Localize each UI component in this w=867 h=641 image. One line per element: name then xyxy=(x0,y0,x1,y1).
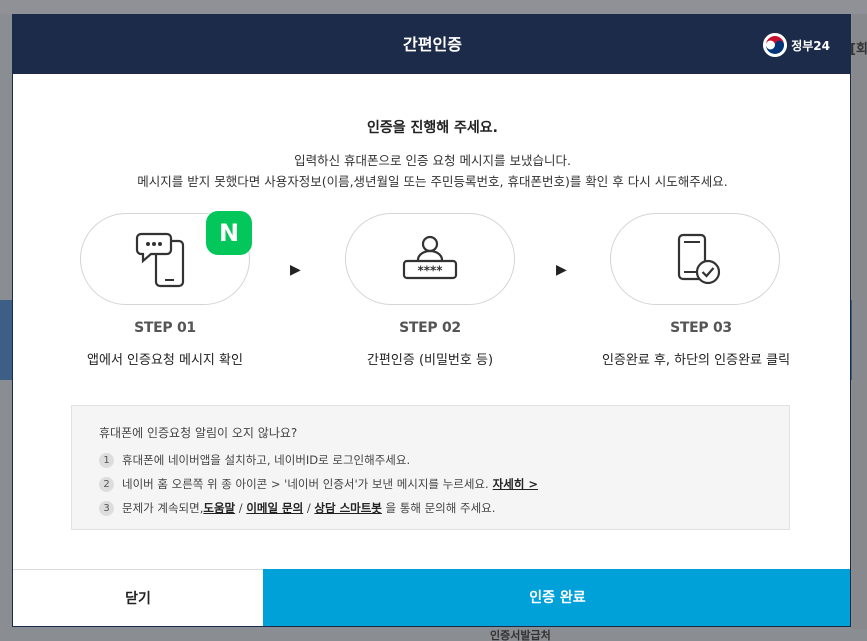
gov24-brand: 정부24 xyxy=(763,32,830,58)
step-arrow-icon: ▶ xyxy=(556,262,567,278)
details-link[interactable]: 자세히 > xyxy=(493,476,538,492)
help-item-3: 3 문제가 계속되면, 도움말 / 이메일 문의 / 상담 스마트봇 을 통해 … xyxy=(99,500,495,516)
help-title: 휴대폰에 인증요청 알림이 오지 않나요? xyxy=(99,426,298,440)
instruction-line-2: 메시지를 받지 못했다면 사용자정보(이름,생년월일 또는 주민등록번호, 휴대… xyxy=(137,174,728,189)
instruction-line-1: 입력하신 휴대폰으로 인증 요청 메시지를 보냈습니다. xyxy=(294,153,571,168)
help-item-1: 1 휴대폰에 네이버앱을 설치하고, 네이버ID로 로그인해주세요. xyxy=(99,452,410,468)
svg-text:****: **** xyxy=(417,264,443,278)
link-separator: / xyxy=(235,501,247,515)
help-box: 휴대폰에 인증요청 알림이 오지 않나요? 1 휴대폰에 네이버앱을 설치하고,… xyxy=(71,405,790,530)
background-top-bar xyxy=(0,0,867,14)
background-text-fragment: [회 xyxy=(850,42,867,57)
page-title: 인증을 진행해 주세요. xyxy=(367,120,498,136)
modal-header: 간편인증 정부24 xyxy=(13,15,850,74)
help-number: 2 xyxy=(99,476,114,492)
modal-title: 간편인증 xyxy=(403,35,462,54)
step-2-desc: 간편인증 (비밀번호 등) xyxy=(366,353,494,368)
smartbot-link[interactable]: 상담 스마트봇 xyxy=(314,500,381,516)
step-arrow-icon: ▶ xyxy=(290,262,301,278)
email-inquiry-link[interactable]: 이메일 문의 xyxy=(246,500,303,516)
step-1-desc: 앱에서 인증요청 메시지 확인 xyxy=(87,353,243,368)
step-2-pill: **** xyxy=(345,213,515,305)
auth-complete-button[interactable]: 인증 완료 xyxy=(263,569,850,626)
taegeuk-logo-icon xyxy=(763,33,788,57)
step-1-label: STEP 01 xyxy=(134,320,196,336)
step-3-pill xyxy=(610,213,780,305)
link-separator: / xyxy=(303,501,315,515)
brand-name: 정부24 xyxy=(791,38,830,53)
phone-message-icon xyxy=(135,232,185,288)
help-number: 3 xyxy=(99,500,114,516)
step-3-desc: 인증완료 후, 하단의 인증완료 클릭 xyxy=(601,353,791,368)
naver-app-icon: N xyxy=(206,211,252,255)
instruction-text: 입력하신 휴대폰으로 인증 요청 메시지를 보냈습니다. 메시지를 받지 못했다… xyxy=(13,150,850,192)
help-number: 1 xyxy=(99,452,114,468)
step-2-label: STEP 02 xyxy=(399,320,461,336)
help-text: 문제가 계속되면, xyxy=(122,501,204,515)
auth-modal: 간편인증 정부24 인증을 진행해 주세요. 입력하신 휴대폰으로 인증 요청 … xyxy=(12,14,851,627)
close-button[interactable]: 닫기 xyxy=(13,569,263,626)
background-right-edge xyxy=(852,14,867,629)
background-text-fragment: 인증서발급처 xyxy=(490,629,551,641)
help-link[interactable]: 도움말 xyxy=(203,500,235,516)
help-text: 네이버 홈 오른쪽 위 종 아이콘 > '네이버 인증서'가 보낸 메시지를 누… xyxy=(122,477,489,491)
user-password-icon: **** xyxy=(402,235,458,280)
step-3-label: STEP 03 xyxy=(670,320,732,336)
phone-check-icon xyxy=(677,233,721,285)
help-item-2: 2 네이버 홈 오른쪽 위 종 아이콘 > '네이버 인증서'가 보낸 메시지를… xyxy=(99,476,538,492)
help-text: 을 통해 문의해 주세요. xyxy=(381,501,496,515)
help-text: 휴대폰에 네이버앱을 설치하고, 네이버ID로 로그인해주세요. xyxy=(122,453,411,467)
